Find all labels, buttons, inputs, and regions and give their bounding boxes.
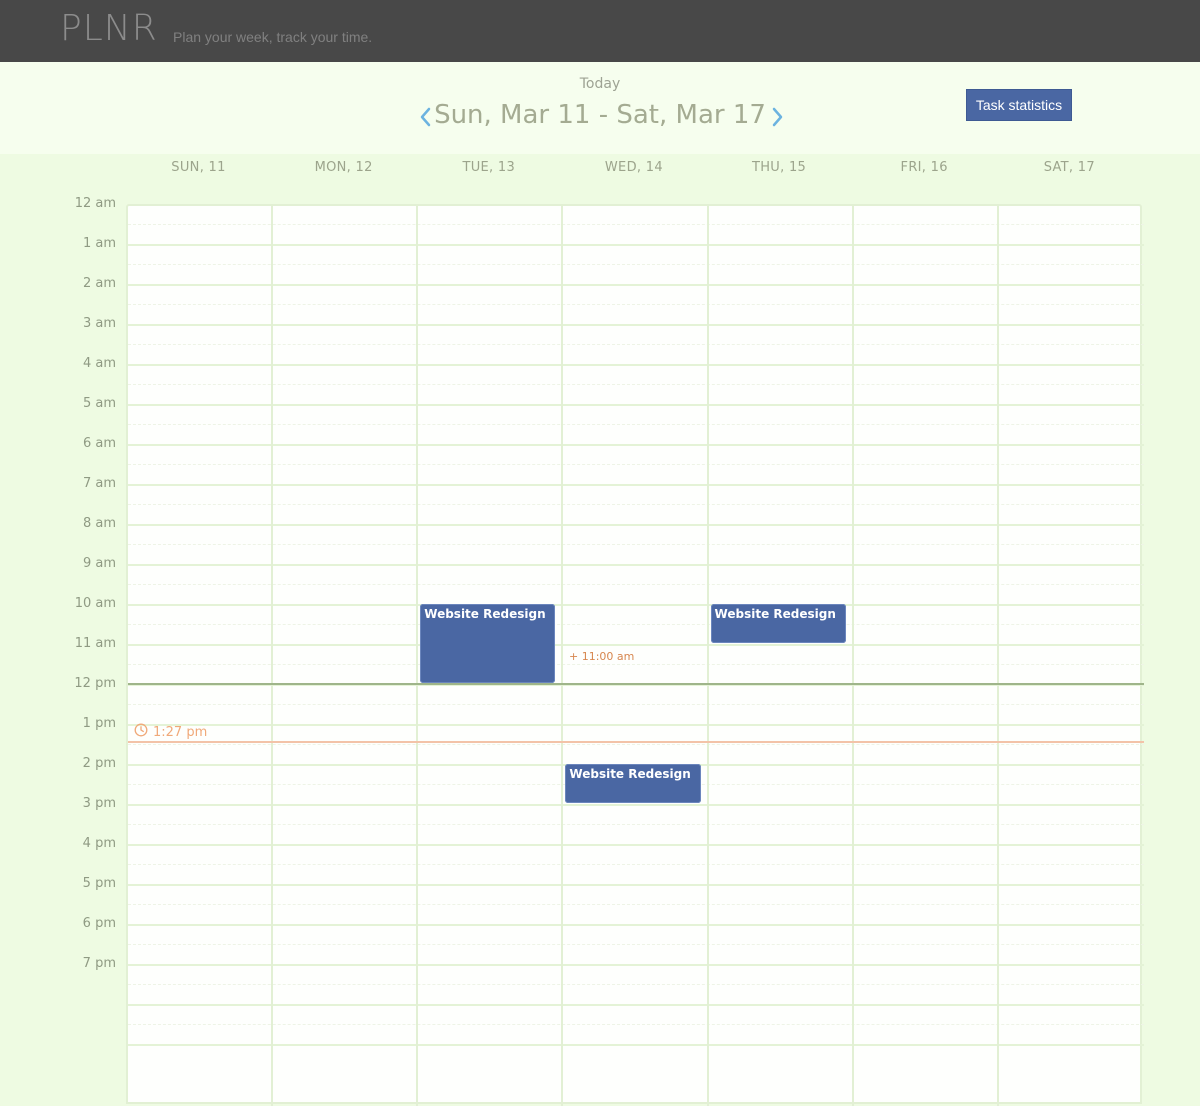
hour-label: 9 am	[82, 556, 116, 571]
hour-label: 2 pm	[82, 756, 116, 771]
current-time-line	[128, 741, 1144, 743]
hour-label: 5 pm	[82, 876, 116, 891]
half-hour-gridline	[128, 824, 1144, 825]
app-tagline: Plan your week, track your time.	[173, 29, 373, 45]
hour-gridline	[128, 844, 1144, 846]
hour-label: 7 pm	[82, 956, 116, 971]
day-header: SUN, 11	[171, 160, 226, 175]
half-hour-gridline	[128, 944, 1144, 945]
hour-labels: 12 am 1 am 2 am 3 am 4 am 5 am 6 am 7 am 8 am 9 a…	[0, 193, 126, 1000]
half-hour-gridline	[128, 904, 1144, 905]
hour-label: 4 pm	[82, 836, 116, 851]
half-hour-gridline	[128, 864, 1144, 865]
half-hour-gridline	[128, 744, 1144, 745]
half-hour-gridline	[128, 984, 1144, 985]
hour-label: 7 am	[82, 476, 116, 491]
hour-label: 12 pm	[74, 676, 116, 691]
day-header: THU, 15	[751, 160, 807, 175]
week-navigation-bar: Today Sun, Mar 11 - Sat, Mar 17 Task sta…	[0, 62, 1200, 154]
hour-gridline	[128, 644, 1144, 646]
day-column-divider	[996, 206, 999, 1106]
half-hour-gridline	[128, 624, 1144, 625]
event-title: Website Redesign	[424, 607, 546, 621]
hour-gridline	[128, 244, 1144, 246]
hour-gridline	[128, 444, 1144, 446]
half-hour-gridline	[128, 544, 1144, 545]
hour-label: 11 am	[74, 636, 116, 651]
day-column-divider	[851, 206, 854, 1106]
hour-gridline	[128, 1004, 1144, 1006]
day-column-divider	[416, 206, 419, 1106]
hour-gridline	[128, 804, 1144, 806]
hour-gridline	[128, 564, 1144, 566]
half-hour-gridline	[128, 1024, 1144, 1025]
clock-icon	[134, 723, 148, 741]
task-statistics-button[interactable]: Task statistics	[966, 89, 1072, 121]
time-note: + 11:00 am	[569, 650, 635, 663]
day-column-divider	[561, 206, 564, 1106]
hour-gridline	[128, 324, 1144, 326]
half-hour-gridline	[128, 424, 1144, 425]
hour-label: 1 am	[82, 236, 116, 251]
half-hour-gridline	[128, 344, 1144, 345]
noon-line	[128, 683, 1144, 685]
hour-label: 2 am	[82, 276, 116, 291]
hour-label: 4 am	[82, 356, 116, 371]
hour-label: 3 pm	[82, 796, 116, 811]
chevron-right-icon[interactable]	[767, 102, 787, 132]
hour-gridline	[128, 524, 1144, 526]
hour-gridline	[128, 404, 1144, 406]
calendar-event[interactable]: Website Redesign	[710, 604, 846, 643]
half-hour-gridline	[128, 504, 1144, 505]
top-bar: PLNR Plan your week, track your time.	[0, 0, 1200, 62]
day-column-divider	[706, 206, 709, 1106]
hour-label: 12 am	[74, 196, 116, 211]
hour-gridline	[128, 284, 1144, 286]
hour-gridline	[128, 964, 1144, 966]
half-hour-gridline	[128, 384, 1144, 385]
hour-gridline	[128, 484, 1144, 486]
day-header: TUE, 13	[462, 160, 516, 175]
hour-label: 10 am	[74, 596, 116, 611]
calendar-event[interactable]: Website Redesign	[420, 604, 556, 683]
hour-label: 1 pm	[82, 716, 116, 731]
day-headers: SUN, 11 MON, 12 TUE, 13 WED, 14 THU, 15 FRI, …	[126, 160, 1142, 180]
hour-label: 3 am	[82, 316, 116, 331]
current-time-indicator: 1:27 pm	[134, 723, 207, 741]
calendar-event[interactable]: Website Redesign	[565, 764, 701, 803]
hour-gridline	[128, 1044, 1144, 1046]
half-hour-gridline	[128, 664, 1144, 665]
hour-label: 5 am	[82, 396, 116, 411]
app-logo[interactable]: PLNR	[60, 8, 158, 49]
hour-gridline	[128, 924, 1144, 926]
hour-label: 6 am	[82, 436, 116, 451]
half-hour-gridline	[128, 584, 1144, 585]
half-hour-gridline	[128, 264, 1144, 265]
half-hour-gridline	[128, 464, 1144, 465]
half-hour-gridline	[128, 304, 1144, 305]
day-header: FRI, 16	[900, 160, 948, 175]
hour-gridline	[128, 364, 1144, 366]
hour-gridline	[128, 884, 1144, 886]
hour-gridline	[128, 724, 1144, 726]
day-header: MON, 12	[314, 160, 373, 175]
current-time-label: 1:27 pm	[153, 724, 208, 740]
event-title: Website Redesign	[714, 607, 836, 621]
day-header: WED, 14	[604, 160, 663, 175]
day-column-divider	[271, 206, 274, 1106]
half-hour-gridline	[128, 224, 1144, 225]
hour-gridline	[128, 604, 1144, 606]
day-header: SAT, 17	[1043, 160, 1095, 175]
half-hour-gridline	[128, 704, 1144, 705]
hour-label: 8 am	[82, 516, 116, 531]
event-title: Website Redesign	[569, 767, 691, 781]
hour-label: 6 pm	[82, 916, 116, 931]
